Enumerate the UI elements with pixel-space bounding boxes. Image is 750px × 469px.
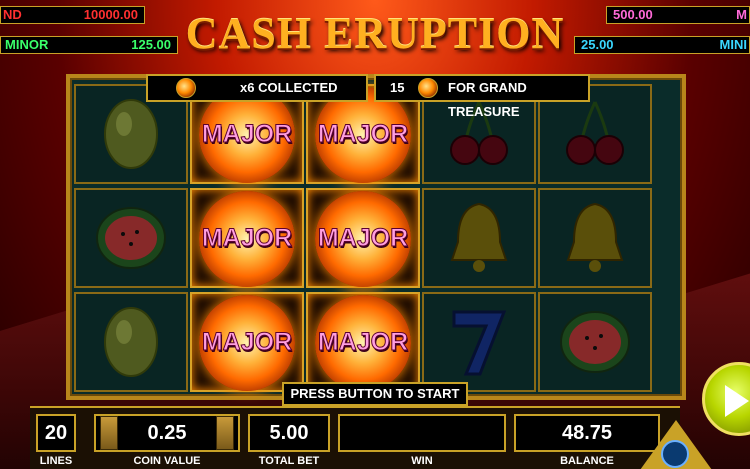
game-title: CASH ERUPTION	[185, 9, 565, 58]
fireball-prize-label: MAJOR	[201, 120, 293, 149]
jackpot-major-right: 500.00 M	[606, 6, 750, 24]
watermelon-icon	[540, 294, 650, 390]
fireball-cell: MAJOR	[190, 292, 304, 392]
bell-icon	[424, 190, 534, 286]
fireball-prize-label: MAJOR	[201, 328, 293, 357]
lines-label: LINES	[39, 455, 73, 467]
coin-value-text: 0.25	[147, 422, 187, 444]
watermelon-icon	[76, 190, 186, 286]
jackpot-mini: 25.00 MINI	[574, 36, 750, 54]
coin-value-label: COIN VALUE	[133, 455, 201, 467]
balance-value: 48.75	[514, 414, 660, 452]
seven-icon	[424, 294, 534, 390]
jackpot-grand-value: 10000.00	[83, 7, 138, 22]
fireball-prize-label: MAJOR	[317, 120, 409, 149]
fireball-coin-icon	[418, 78, 438, 98]
symbol-cell	[538, 188, 652, 288]
jackpot-mini-label: MINI	[719, 37, 747, 52]
total-bet-value: 5.00	[248, 414, 330, 452]
eye-icon	[661, 440, 689, 468]
press-to-start-prompt: PRESS BUTTON TO START	[282, 382, 468, 406]
fireball-cell: MAJOR	[306, 292, 420, 392]
treasure-count: 15	[390, 80, 405, 95]
fireball-prize-label: MAJOR	[317, 224, 409, 253]
collected-text: x6 COLLECTED	[240, 80, 338, 95]
reel-frame: MAJOR MAJOR MAJOR MAJOR MAJOR MAJOR	[66, 74, 686, 400]
jackpot-minor: MINOR 125.00	[0, 36, 178, 54]
treasure-target-text: FOR GRAND TREASURE	[448, 80, 527, 119]
coin-increase-button[interactable]	[216, 416, 234, 450]
jackpot-minor-value: 125.00	[131, 37, 171, 52]
symbol-cell	[422, 292, 536, 392]
bottom-bar: 20 LINES 0.25 COIN VALUE 5.00 TOTAL BET …	[30, 406, 680, 469]
fireball-cell: MAJOR	[190, 188, 304, 288]
symbol-cell	[74, 292, 188, 392]
lemon-icon	[76, 294, 186, 390]
jackpot-mini-value: 25.00	[581, 37, 614, 52]
total-bet-label: TOTAL BET	[258, 455, 320, 467]
balance-label: BALANCE	[560, 455, 614, 467]
jackpot-major-label: M	[736, 7, 747, 22]
jackpot-grand-left: ND 10000.00	[0, 6, 145, 24]
symbol-cell	[538, 292, 652, 392]
play-icon	[725, 385, 749, 417]
win-label: WIN	[411, 455, 433, 467]
jackpot-major-value: 500.00	[613, 7, 653, 22]
coin-decrease-button[interactable]	[100, 416, 118, 450]
fireball-coin-icon	[176, 78, 196, 98]
bell-icon	[540, 190, 650, 286]
jackpot-grand-label: ND	[3, 7, 22, 22]
symbol-cell	[74, 188, 188, 288]
fireball-cell: MAJOR	[306, 188, 420, 288]
lines-value[interactable]: 20	[36, 414, 76, 452]
fireball-prize-label: MAJOR	[201, 224, 293, 253]
win-value	[338, 414, 506, 452]
jackpot-minor-label: MINOR	[5, 37, 49, 52]
symbol-cell	[422, 188, 536, 288]
fireball-prize-label: MAJOR	[317, 328, 409, 357]
collected-counter: x6 COLLECTED	[146, 74, 368, 102]
grand-treasure-counter: 15 FOR GRAND TREASURE	[374, 74, 590, 119]
